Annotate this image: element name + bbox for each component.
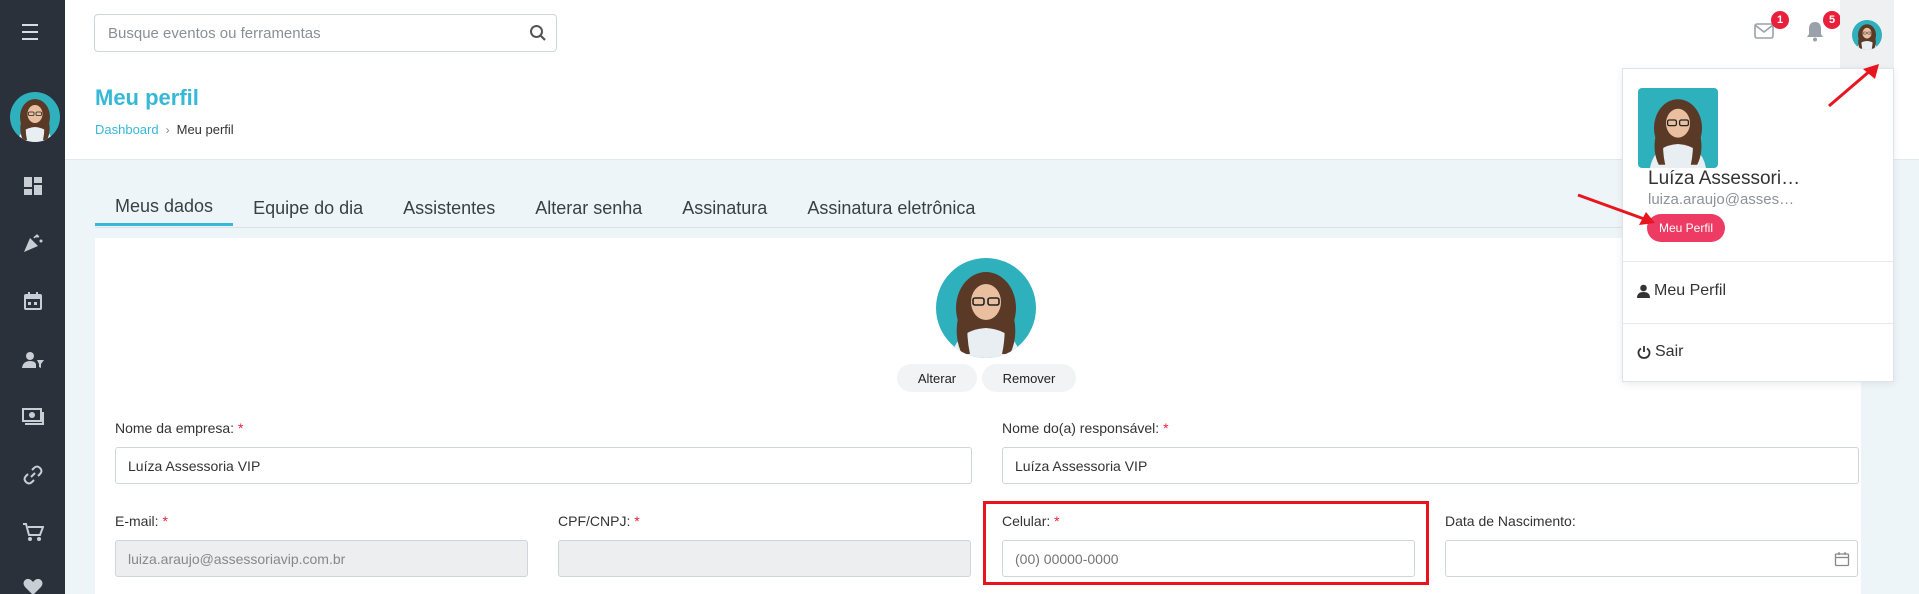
dropdown-photo bbox=[1638, 88, 1718, 168]
menu-icon[interactable] bbox=[22, 24, 44, 42]
heart-icon[interactable] bbox=[20, 574, 46, 594]
breadcrumb: Dashboard › Meu perfil bbox=[95, 122, 234, 137]
user-menu-toggle[interactable] bbox=[1840, 0, 1894, 68]
dropdown-divider bbox=[1623, 323, 1893, 324]
cpf-input bbox=[558, 540, 971, 577]
profile-form: Alterar Remover Nome da empresa: * Nome … bbox=[95, 238, 1861, 594]
phone-highlight-box bbox=[983, 501, 1429, 585]
tab-assinatura-eletronica[interactable]: Assinatura eletrônica bbox=[787, 190, 995, 226]
calendar-picker-icon[interactable] bbox=[1834, 551, 1850, 567]
annotation-arrow-to-pill bbox=[1577, 193, 1655, 225]
money-icon[interactable] bbox=[20, 404, 46, 430]
tab-meus-dados[interactable]: Meus dados bbox=[95, 190, 234, 226]
dropdown-profile-link[interactable]: Meu Perfil bbox=[1637, 282, 1726, 300]
breadcrumb-dashboard[interactable]: Dashboard bbox=[95, 122, 159, 137]
email-label: E-mail: * bbox=[115, 513, 168, 529]
power-icon bbox=[1637, 346, 1651, 359]
dashboard-icon[interactable] bbox=[20, 173, 46, 199]
company-input[interactable] bbox=[115, 447, 972, 484]
dropdown-divider bbox=[1623, 261, 1893, 262]
calendar-icon[interactable] bbox=[20, 288, 46, 314]
profile-tabs: Meus dados Equipe do dia Assistentes Alt… bbox=[95, 190, 1695, 228]
responsible-label: Nome do(a) responsável: * bbox=[1002, 420, 1169, 436]
tab-assistentes[interactable]: Assistentes bbox=[383, 190, 515, 226]
cpf-label: CPF/CNPJ: * bbox=[558, 513, 640, 529]
top-avatar bbox=[1852, 20, 1882, 50]
profile-photo bbox=[936, 258, 1036, 358]
dropdown-user-name: Luíza Assessoria VIP bbox=[1648, 168, 1808, 189]
notifications-badge: 5 bbox=[1823, 11, 1841, 29]
search-input[interactable] bbox=[95, 15, 515, 51]
change-photo-button[interactable]: Alterar bbox=[897, 364, 977, 392]
user-icon bbox=[1637, 284, 1650, 298]
breadcrumb-separator: › bbox=[165, 122, 170, 137]
top-bar: 1 5 bbox=[65, 0, 1919, 68]
tab-equipe-do-dia[interactable]: Equipe do dia bbox=[233, 190, 383, 226]
dropdown-user-email: luiza.araujo@assessoriavip.com.br bbox=[1648, 191, 1798, 208]
tab-alterar-senha[interactable]: Alterar senha bbox=[515, 190, 662, 226]
messages-badge: 1 bbox=[1771, 11, 1789, 29]
birth-label: Data de Nascimento: bbox=[1445, 513, 1576, 529]
party-icon[interactable] bbox=[20, 230, 46, 256]
email-input bbox=[115, 540, 528, 577]
annotation-arrow-to-avatar bbox=[1828, 64, 1879, 108]
dropdown-logout-link[interactable]: Sair bbox=[1637, 343, 1683, 361]
cart-icon[interactable] bbox=[20, 519, 46, 545]
sidebar bbox=[0, 0, 65, 594]
sidebar-avatar[interactable] bbox=[10, 92, 60, 142]
birth-input[interactable] bbox=[1445, 540, 1858, 577]
page-title: Meu perfil bbox=[95, 85, 199, 110]
company-label: Nome da empresa: * bbox=[115, 420, 244, 436]
user-filter-icon[interactable] bbox=[20, 347, 46, 373]
messages-button[interactable]: 1 bbox=[1753, 11, 1789, 46]
search-box bbox=[94, 14, 557, 52]
responsible-input[interactable] bbox=[1002, 447, 1859, 484]
notifications-button[interactable]: 5 bbox=[1805, 11, 1841, 46]
tab-assinatura[interactable]: Assinatura bbox=[662, 190, 787, 226]
search-icon[interactable] bbox=[529, 24, 547, 42]
bell-icon bbox=[1807, 22, 1823, 42]
remove-photo-button[interactable]: Remover bbox=[982, 364, 1076, 392]
link-icon[interactable] bbox=[20, 462, 46, 488]
breadcrumb-current: Meu perfil bbox=[176, 122, 234, 137]
